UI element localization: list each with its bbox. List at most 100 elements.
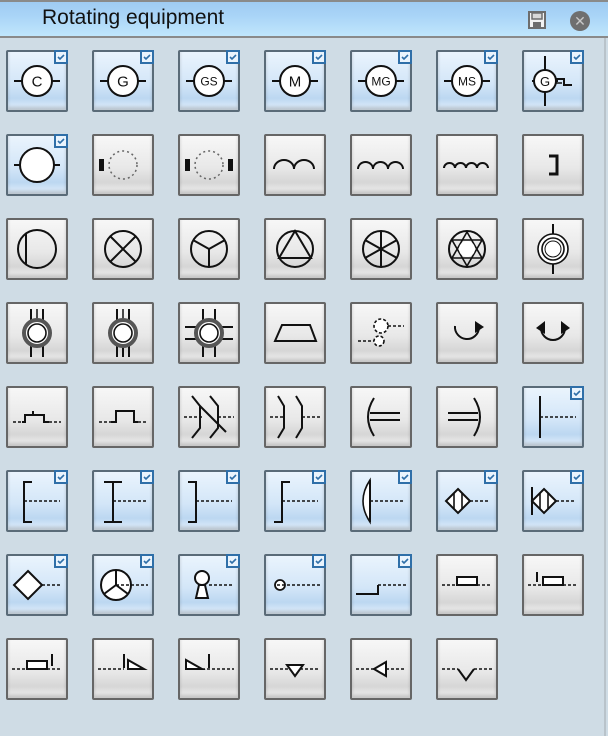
shape-tile-rectangle-with-marker[interactable] bbox=[522, 554, 584, 616]
circle-with-star-icon bbox=[448, 230, 486, 268]
shape-tile-generator[interactable]: G bbox=[92, 50, 154, 112]
shape-tile-t-junction[interactable] bbox=[522, 386, 584, 448]
shape-tile-machine-circle[interactable] bbox=[6, 134, 68, 196]
shape-tile-bracket-end[interactable] bbox=[522, 134, 584, 196]
shape-tile-triangle-left-on-line[interactable] bbox=[350, 638, 412, 700]
shape-tile-step-up[interactable] bbox=[264, 470, 326, 532]
checkmark-icon[interactable] bbox=[226, 470, 240, 484]
shape-tile-diamond-split-with-bar[interactable] bbox=[522, 470, 584, 532]
shape-tile-generator-with-connection[interactable]: G bbox=[522, 50, 584, 112]
shape-tile-circle-with-star[interactable] bbox=[436, 218, 498, 280]
winding-2-loops-icon bbox=[273, 159, 315, 170]
shape-tile-connector-large-step[interactable] bbox=[92, 386, 154, 448]
shape-tile-receptacle-right[interactable] bbox=[436, 386, 498, 448]
shape-tile-winding-2-loops[interactable] bbox=[264, 134, 326, 196]
shape-tile-diamond-split[interactable] bbox=[436, 470, 498, 532]
checkmark-icon[interactable] bbox=[140, 554, 154, 568]
svg-text:MG: MG bbox=[371, 74, 390, 88]
triangle-down-on-line-icon bbox=[270, 664, 320, 678]
svg-text:G: G bbox=[117, 73, 129, 90]
shape-tile-keyhole[interactable] bbox=[178, 554, 240, 616]
ring-four-leads-icon bbox=[185, 309, 233, 357]
checkmark-icon[interactable] bbox=[312, 554, 326, 568]
checkmark-icon[interactable] bbox=[570, 470, 584, 484]
shape-tile-rectangle-marker-right[interactable] bbox=[6, 638, 68, 700]
checkmark-icon[interactable] bbox=[54, 50, 68, 64]
rotation-both-directions-icon bbox=[536, 321, 570, 341]
circle-with-bar-icon bbox=[17, 229, 57, 269]
floppy-disk-icon[interactable] bbox=[528, 11, 546, 29]
checkmark-icon[interactable] bbox=[398, 50, 412, 64]
shape-tile-connector-small-step[interactable] bbox=[6, 386, 68, 448]
shape-tile-machine-brush-one-side[interactable] bbox=[92, 134, 154, 196]
checkmark-icon[interactable] bbox=[54, 554, 68, 568]
shape-tile-ring-two-leads[interactable] bbox=[6, 302, 68, 364]
shape-tile-bracket-close-right[interactable] bbox=[178, 470, 240, 532]
shape-tile-trapezoid[interactable] bbox=[264, 302, 326, 364]
shape-tile-rectangle-on-line[interactable] bbox=[436, 554, 498, 616]
shape-tile-circle-three-spokes[interactable] bbox=[92, 554, 154, 616]
shape-tile-motor-synchronous[interactable]: MS bbox=[436, 50, 498, 112]
panel-title-bar: Rotating equipment ✕ bbox=[0, 0, 608, 38]
shape-tile-circle-six-phase[interactable] bbox=[350, 218, 412, 280]
svg-text:C: C bbox=[32, 73, 43, 90]
shape-tile-circle-with-triangle[interactable] bbox=[264, 218, 326, 280]
triangle-marker-right-icon bbox=[98, 654, 148, 670]
shape-tile-dashed-coupling[interactable] bbox=[350, 302, 412, 364]
shape-tile-small-circle-dash[interactable] bbox=[264, 554, 326, 616]
ring-three-leads-icon bbox=[108, 309, 138, 357]
double-circle-vertical-icon bbox=[537, 224, 569, 274]
close-icon[interactable]: ✕ bbox=[570, 11, 590, 31]
checkmark-icon[interactable] bbox=[312, 470, 326, 484]
shape-tile-circle-with-bar[interactable] bbox=[6, 218, 68, 280]
checkmark-icon[interactable] bbox=[226, 554, 240, 568]
shape-tile-motor-generator[interactable]: MG bbox=[350, 50, 412, 112]
rectangle-on-line-icon bbox=[442, 576, 492, 586]
shape-tile-triangle-marker-right[interactable] bbox=[92, 638, 154, 700]
shape-tile-circle-three-phase-y[interactable] bbox=[178, 218, 240, 280]
shape-tile-winding-4-loops[interactable] bbox=[436, 134, 498, 196]
shape-tile-circle-with-cross[interactable] bbox=[92, 218, 154, 280]
shape-tile-diamond[interactable] bbox=[6, 554, 68, 616]
checkmark-icon[interactable] bbox=[398, 554, 412, 568]
machine-brush-two-sides-icon bbox=[185, 150, 233, 180]
checkmark-icon[interactable] bbox=[312, 50, 326, 64]
shape-tile-plug-socket[interactable] bbox=[264, 386, 326, 448]
shape-tile-double-circle-vertical[interactable] bbox=[522, 218, 584, 280]
checkmark-icon[interactable] bbox=[570, 50, 584, 64]
shape-tile-winding-3-loops[interactable] bbox=[350, 134, 412, 196]
shape-tile-plug-crossed[interactable] bbox=[178, 386, 240, 448]
shape-tile-triangle-down-on-line[interactable] bbox=[264, 638, 326, 700]
shape-tile-ring-four-leads[interactable] bbox=[178, 302, 240, 364]
connector-large-step-icon bbox=[99, 410, 147, 423]
checkmark-icon[interactable] bbox=[54, 134, 68, 148]
shape-tile-receptacle-left[interactable] bbox=[350, 386, 412, 448]
shape-tile-v-notch-on-line[interactable] bbox=[436, 638, 498, 700]
machine-brush-one-side-icon bbox=[99, 150, 138, 180]
shape-tile-motor[interactable]: M bbox=[264, 50, 326, 112]
checkmark-icon[interactable] bbox=[140, 470, 154, 484]
checkmark-icon[interactable] bbox=[484, 470, 498, 484]
checkmark-icon[interactable] bbox=[140, 50, 154, 64]
shape-tile-ring-three-leads[interactable] bbox=[92, 302, 154, 364]
circle-with-triangle-icon bbox=[276, 229, 314, 268]
shape-tile-rotation-both-directions[interactable] bbox=[522, 302, 584, 364]
shape-tile-step-down-line[interactable] bbox=[350, 554, 412, 616]
svg-text:GS: GS bbox=[200, 74, 217, 88]
receptacle-right-icon bbox=[448, 397, 481, 437]
shape-tile-rotation-clockwise[interactable] bbox=[436, 302, 498, 364]
shape-tile-generator-synchronous[interactable]: GS bbox=[178, 50, 240, 112]
checkmark-icon[interactable] bbox=[484, 50, 498, 64]
checkmark-icon[interactable] bbox=[226, 50, 240, 64]
checkmark-icon[interactable] bbox=[570, 386, 584, 400]
svg-text:MS: MS bbox=[458, 74, 476, 88]
panel-title: Rotating equipment bbox=[42, 6, 225, 29]
shape-tile-triangle-marker-left[interactable] bbox=[178, 638, 240, 700]
shape-tile-compressor[interactable]: C bbox=[6, 50, 68, 112]
shape-tile-i-beam[interactable] bbox=[92, 470, 154, 532]
shape-tile-lens-left[interactable] bbox=[350, 470, 412, 532]
checkmark-icon[interactable] bbox=[54, 470, 68, 484]
shape-tile-machine-brush-two-sides[interactable] bbox=[178, 134, 240, 196]
checkmark-icon[interactable] bbox=[398, 470, 412, 484]
shape-tile-bracket-open-left[interactable] bbox=[6, 470, 68, 532]
